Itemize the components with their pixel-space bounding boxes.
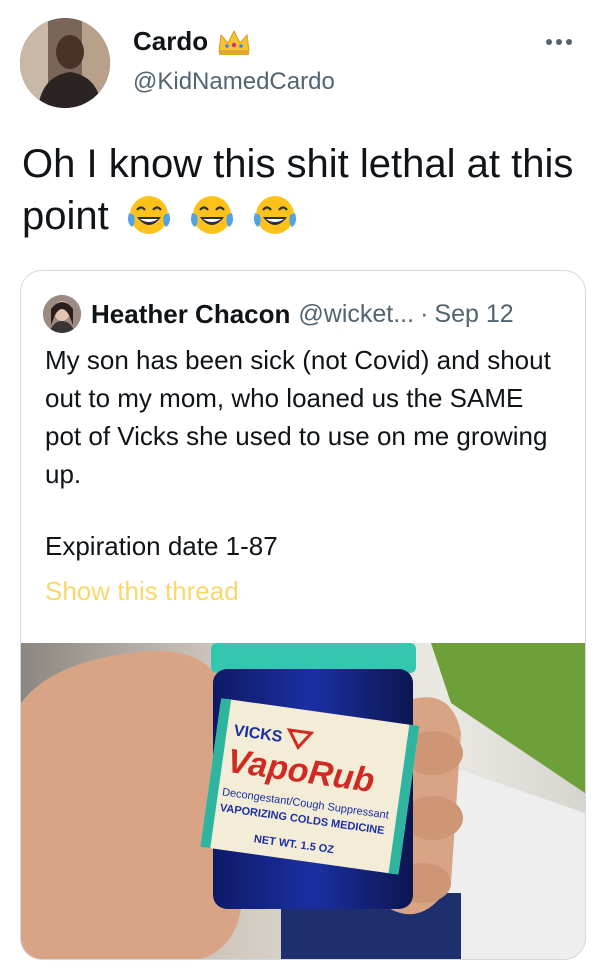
crown-icon	[218, 29, 250, 55]
tears-of-joy-emoji-icon	[191, 196, 233, 234]
quoted-tweet-header: Heather Chacon @wicket... · Sep 12	[43, 295, 514, 333]
author-name[interactable]: Cardo	[133, 26, 208, 57]
quoted-author-name[interactable]: Heather Chacon	[91, 299, 290, 330]
tears-of-joy-emoji-icon	[254, 196, 297, 234]
quoted-tweet-date[interactable]: Sep 12	[434, 300, 513, 329]
quoted-author-handle[interactable]: @wicket...	[298, 300, 414, 329]
author-handle[interactable]: @KidNamedCardo	[133, 68, 335, 96]
more-icon[interactable]	[546, 32, 578, 45]
vaporub-photo[interactable]: VICKS VapoRub Decongestant/Cough Suppres…	[21, 643, 585, 959]
quoted-tweet[interactable]: Heather Chacon @wicket... · Sep 12 My so…	[20, 270, 586, 960]
quoted-author-avatar[interactable]	[43, 295, 81, 333]
tweet-header: Cardo @KidNamedCardo	[20, 18, 580, 110]
show-thread-link[interactable]: Show this thread	[45, 576, 239, 607]
tweet-text: Oh I know this shit lethal at this point	[22, 138, 582, 242]
expiration-text: Expiration date 1-87	[45, 531, 278, 561]
author-name-row: Cardo	[133, 26, 252, 57]
quoted-tweet-body: My son has been sick (not Covid) and sho…	[45, 345, 551, 489]
tears-of-joy-emoji-icon	[127, 196, 170, 234]
separator-dot: ·	[420, 299, 429, 328]
author-avatar[interactable]	[20, 18, 110, 108]
